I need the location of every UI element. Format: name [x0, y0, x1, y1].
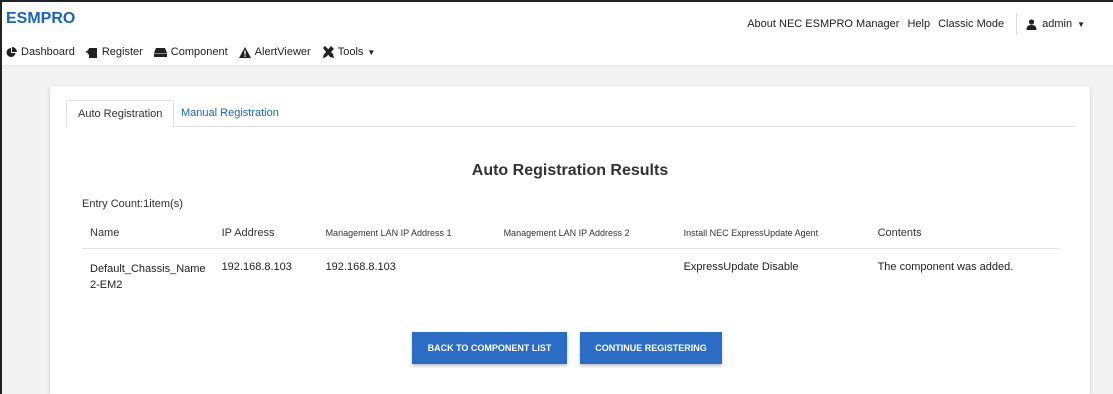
cell-mgmt-ip-2	[496, 248, 676, 294]
menu-register[interactable]: Register	[85, 46, 143, 58]
classic-mode-link[interactable]: Classic Mode	[938, 18, 1004, 30]
user-name: admin	[1042, 18, 1073, 30]
table-row: Default_Chassis_Name 2-EM2 192.168.8.103…	[82, 248, 1060, 294]
menu-register-label: Register	[101, 46, 143, 58]
menu-alertviewer-label: AlertViewer	[254, 46, 311, 58]
col-header-install-agent: Install NEC ExpressUpdate Agent	[675, 218, 870, 249]
menu-tools-label: Tools	[337, 46, 364, 58]
registration-card: Auto Registration Manual Registration Au…	[50, 86, 1090, 394]
tools-icon	[322, 46, 334, 58]
col-header-mgmt-ip-1: Management LAN IP Address 1	[317, 218, 496, 249]
caret-down-icon: ▼	[1077, 19, 1085, 29]
cell-contents: The component was added.	[877, 260, 1014, 273]
about-link[interactable]: About NEC ESMPRO Manager	[747, 18, 899, 30]
pie-chart-icon	[6, 46, 17, 57]
tab-bar: Auto Registration Manual Registration	[66, 100, 1076, 128]
menu-alertviewer[interactable]: AlertViewer	[238, 46, 311, 58]
page-title: Auto Registration Results	[471, 162, 669, 179]
continue-registering-button[interactable]: CONTINUE REGISTERING	[580, 332, 722, 364]
cell-ip-address: 192.168.8.103	[221, 260, 292, 273]
col-header-contents: Contents	[869, 218, 1060, 249]
col-header-mgmt-ip-2: Management LAN IP Address 2	[495, 218, 676, 249]
col-header-ip: IP Address	[213, 218, 318, 249]
user-menu-button[interactable]: admin ▼	[1016, 13, 1085, 35]
menu-dashboard[interactable]: Dashboard	[6, 46, 75, 58]
tab-auto-registration[interactable]: Auto Registration	[66, 100, 175, 128]
menu-component-label: Component	[170, 46, 228, 58]
component-name-link[interactable]: Default_Chassis_Name 2-EM2	[82, 248, 214, 294]
entry-count: Entry Count:1item(s)	[82, 198, 183, 210]
top-nav: About NEC ESMPRO Manager Help Classic Mo…	[747, 13, 1085, 35]
brand-logo[interactable]: ESMPRO	[6, 10, 75, 28]
main-menu: Dashboard Register Component AlertViewer…	[6, 46, 375, 58]
user-icon	[1026, 18, 1037, 30]
caret-down-icon: ▼	[367, 47, 376, 57]
tab-manual-registration[interactable]: Manual Registration	[170, 100, 290, 128]
server-icon	[153, 48, 167, 57]
col-header-name: Name	[82, 218, 214, 249]
register-icon	[85, 47, 97, 58]
back-to-component-list-button[interactable]: BACK TO COMPONENT LIST	[412, 332, 567, 364]
menu-tools[interactable]: Tools ▼	[322, 46, 376, 58]
results-table: Name IP Address Management LAN IP Addres…	[82, 218, 1060, 294]
table-header-row: Name IP Address Management LAN IP Addres…	[82, 218, 1060, 249]
menu-component[interactable]: Component	[153, 46, 228, 58]
cell-mgmt-ip-1: 192.168.8.103	[325, 260, 396, 273]
warning-icon	[238, 46, 251, 58]
action-buttons: BACK TO COMPONENT LIST CONTINUE REGISTER…	[50, 332, 1090, 364]
top-bar: ESMPRO About NEC ESMPRO Manager Help Cla…	[2, 2, 1113, 66]
help-link[interactable]: Help	[907, 18, 930, 30]
menu-dashboard-label: Dashboard	[21, 46, 75, 58]
cell-install-agent: ExpressUpdate Disable	[683, 260, 799, 273]
